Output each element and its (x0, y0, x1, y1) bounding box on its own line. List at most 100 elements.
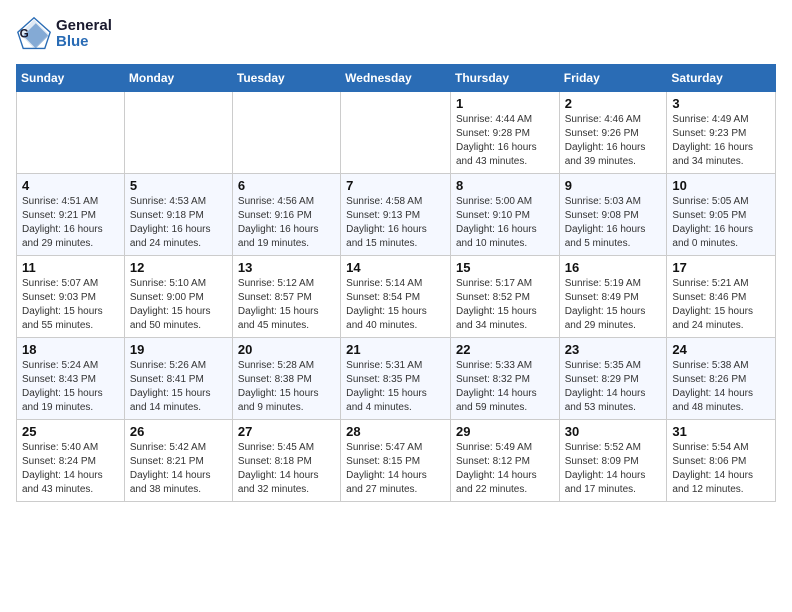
calendar-cell: 6 Sunrise: 4:56 AM Sunset: 9:16 PM Daylig… (232, 174, 340, 256)
day-number: 14 (346, 260, 445, 275)
day-number: 22 (456, 342, 554, 357)
day-info: Sunrise: 4:46 AM Sunset: 9:26 PM Dayligh… (565, 113, 662, 169)
col-header-monday: Monday (124, 65, 232, 92)
calendar-cell (341, 92, 451, 174)
day-number: 29 (456, 424, 554, 439)
calendar-cell: 11 Sunrise: 5:07 AM Sunset: 9:03 PM Dayli… (17, 256, 125, 338)
day-number: 3 (672, 96, 770, 111)
calendar-cell: 21 Sunrise: 5:31 AM Sunset: 8:35 PM Dayli… (341, 338, 451, 420)
calendar-cell: 12 Sunrise: 5:10 AM Sunset: 9:00 PM Dayli… (124, 256, 232, 338)
day-number: 16 (565, 260, 662, 275)
calendar-cell: 17 Sunrise: 5:21 AM Sunset: 8:46 PM Dayli… (667, 256, 776, 338)
calendar-cell: 30 Sunrise: 5:52 AM Sunset: 8:09 PM Dayli… (559, 420, 667, 502)
day-number: 25 (22, 424, 119, 439)
day-number: 19 (130, 342, 227, 357)
calendar-week-row: 18 Sunrise: 5:24 AM Sunset: 8:43 PM Dayli… (17, 338, 776, 420)
day-number: 21 (346, 342, 445, 357)
day-info: Sunrise: 5:54 AM Sunset: 8:06 PM Dayligh… (672, 441, 770, 497)
calendar-cell: 3 Sunrise: 4:49 AM Sunset: 9:23 PM Daylig… (667, 92, 776, 174)
calendar-cell (124, 92, 232, 174)
calendar-cell: 5 Sunrise: 4:53 AM Sunset: 9:18 PM Daylig… (124, 174, 232, 256)
day-info: Sunrise: 4:49 AM Sunset: 9:23 PM Dayligh… (672, 113, 770, 169)
day-info: Sunrise: 5:03 AM Sunset: 9:08 PM Dayligh… (565, 195, 662, 251)
day-number: 5 (130, 178, 227, 193)
day-number: 24 (672, 342, 770, 357)
calendar-cell: 7 Sunrise: 4:58 AM Sunset: 9:13 PM Daylig… (341, 174, 451, 256)
day-info: Sunrise: 5:26 AM Sunset: 8:41 PM Dayligh… (130, 359, 227, 415)
day-info: Sunrise: 5:07 AM Sunset: 9:03 PM Dayligh… (22, 277, 119, 333)
day-info: Sunrise: 5:52 AM Sunset: 8:09 PM Dayligh… (565, 441, 662, 497)
day-info: Sunrise: 5:33 AM Sunset: 8:32 PM Dayligh… (456, 359, 554, 415)
day-info: Sunrise: 5:05 AM Sunset: 9:05 PM Dayligh… (672, 195, 770, 251)
day-number: 11 (22, 260, 119, 275)
col-header-sunday: Sunday (17, 65, 125, 92)
day-info: Sunrise: 4:56 AM Sunset: 9:16 PM Dayligh… (238, 195, 335, 251)
calendar-cell: 9 Sunrise: 5:03 AM Sunset: 9:08 PM Daylig… (559, 174, 667, 256)
day-number: 12 (130, 260, 227, 275)
day-info: Sunrise: 4:44 AM Sunset: 9:28 PM Dayligh… (456, 113, 554, 169)
calendar-week-row: 4Sunrise: 4:51 AM Sunset: 9:21 PM Daylig… (17, 174, 776, 256)
col-header-thursday: Thursday (450, 65, 559, 92)
calendar-cell (232, 92, 340, 174)
day-info: Sunrise: 5:31 AM Sunset: 8:35 PM Dayligh… (346, 359, 445, 415)
calendar-cell: 19 Sunrise: 5:26 AM Sunset: 8:41 PM Dayli… (124, 338, 232, 420)
day-info: Sunrise: 5:49 AM Sunset: 8:12 PM Dayligh… (456, 441, 554, 497)
col-header-tuesday: Tuesday (232, 65, 340, 92)
day-number: 20 (238, 342, 335, 357)
day-number: 6 (238, 178, 335, 193)
calendar-cell: 22 Sunrise: 5:33 AM Sunset: 8:32 PM Dayli… (450, 338, 559, 420)
day-info: Sunrise: 5:38 AM Sunset: 8:26 PM Dayligh… (672, 359, 770, 415)
day-number: 1 (456, 96, 554, 111)
day-number: 31 (672, 424, 770, 439)
day-number: 28 (346, 424, 445, 439)
calendar-cell: 24 Sunrise: 5:38 AM Sunset: 8:26 PM Dayli… (667, 338, 776, 420)
calendar-cell: 4Sunrise: 4:51 AM Sunset: 9:21 PM Daylig… (17, 174, 125, 256)
day-info: Sunrise: 5:40 AM Sunset: 8:24 PM Dayligh… (22, 441, 119, 497)
calendar-cell: 29 Sunrise: 5:49 AM Sunset: 8:12 PM Dayli… (450, 420, 559, 502)
logo-icon: G (16, 16, 52, 52)
calendar-cell: 27Sunrise: 5:45 AM Sunset: 8:18 PM Dayli… (232, 420, 340, 502)
page-header: G General Blue (16, 16, 776, 52)
col-header-wednesday: Wednesday (341, 65, 451, 92)
day-info: Sunrise: 4:53 AM Sunset: 9:18 PM Dayligh… (130, 195, 227, 251)
day-info: Sunrise: 5:10 AM Sunset: 9:00 PM Dayligh… (130, 277, 227, 333)
day-number: 18 (22, 342, 119, 357)
calendar-cell (17, 92, 125, 174)
day-info: Sunrise: 4:58 AM Sunset: 9:13 PM Dayligh… (346, 195, 445, 251)
calendar-cell: 23 Sunrise: 5:35 AM Sunset: 8:29 PM Dayli… (559, 338, 667, 420)
day-info: Sunrise: 5:24 AM Sunset: 8:43 PM Dayligh… (22, 359, 119, 415)
day-number: 8 (456, 178, 554, 193)
day-info: Sunrise: 5:28 AM Sunset: 8:38 PM Dayligh… (238, 359, 335, 415)
day-info: Sunrise: 5:35 AM Sunset: 8:29 PM Dayligh… (565, 359, 662, 415)
day-info: Sunrise: 5:42 AM Sunset: 8:21 PM Dayligh… (130, 441, 227, 497)
logo: G General Blue (16, 16, 112, 52)
day-info: Sunrise: 5:14 AM Sunset: 8:54 PM Dayligh… (346, 277, 445, 333)
day-number: 7 (346, 178, 445, 193)
calendar-cell: 25 Sunrise: 5:40 AM Sunset: 8:24 PM Dayli… (17, 420, 125, 502)
calendar-cell: 18 Sunrise: 5:24 AM Sunset: 8:43 PM Dayli… (17, 338, 125, 420)
day-info: Sunrise: 5:17 AM Sunset: 8:52 PM Dayligh… (456, 277, 554, 333)
day-info: Sunrise: 5:00 AM Sunset: 9:10 PM Dayligh… (456, 195, 554, 251)
svg-text:G: G (20, 28, 29, 41)
day-number: 15 (456, 260, 554, 275)
day-number: 2 (565, 96, 662, 111)
calendar-table: SundayMondayTuesdayWednesdayThursdayFrid… (16, 64, 776, 502)
calendar-week-row: 1 Sunrise: 4:44 AM Sunset: 9:28 PM Daylig… (17, 92, 776, 174)
calendar-week-row: 11 Sunrise: 5:07 AM Sunset: 9:03 PM Dayli… (17, 256, 776, 338)
logo-text-blue: Blue (56, 34, 112, 51)
calendar-header-row: SundayMondayTuesdayWednesdayThursdayFrid… (17, 65, 776, 92)
day-number: 23 (565, 342, 662, 357)
day-number: 17 (672, 260, 770, 275)
day-info: Sunrise: 5:45 AM Sunset: 8:18 PM Dayligh… (238, 441, 335, 497)
day-number: 26 (130, 424, 227, 439)
calendar-cell: 1 Sunrise: 4:44 AM Sunset: 9:28 PM Daylig… (450, 92, 559, 174)
calendar-cell: 20 Sunrise: 5:28 AM Sunset: 8:38 PM Dayli… (232, 338, 340, 420)
logo-text-general: General (56, 18, 112, 35)
calendar-cell: 14 Sunrise: 5:14 AM Sunset: 8:54 PM Dayli… (341, 256, 451, 338)
day-info: Sunrise: 5:21 AM Sunset: 8:46 PM Dayligh… (672, 277, 770, 333)
day-number: 9 (565, 178, 662, 193)
day-number: 30 (565, 424, 662, 439)
calendar-week-row: 25 Sunrise: 5:40 AM Sunset: 8:24 PM Dayli… (17, 420, 776, 502)
day-info: Sunrise: 4:51 AM Sunset: 9:21 PM Dayligh… (22, 195, 119, 251)
col-header-saturday: Saturday (667, 65, 776, 92)
